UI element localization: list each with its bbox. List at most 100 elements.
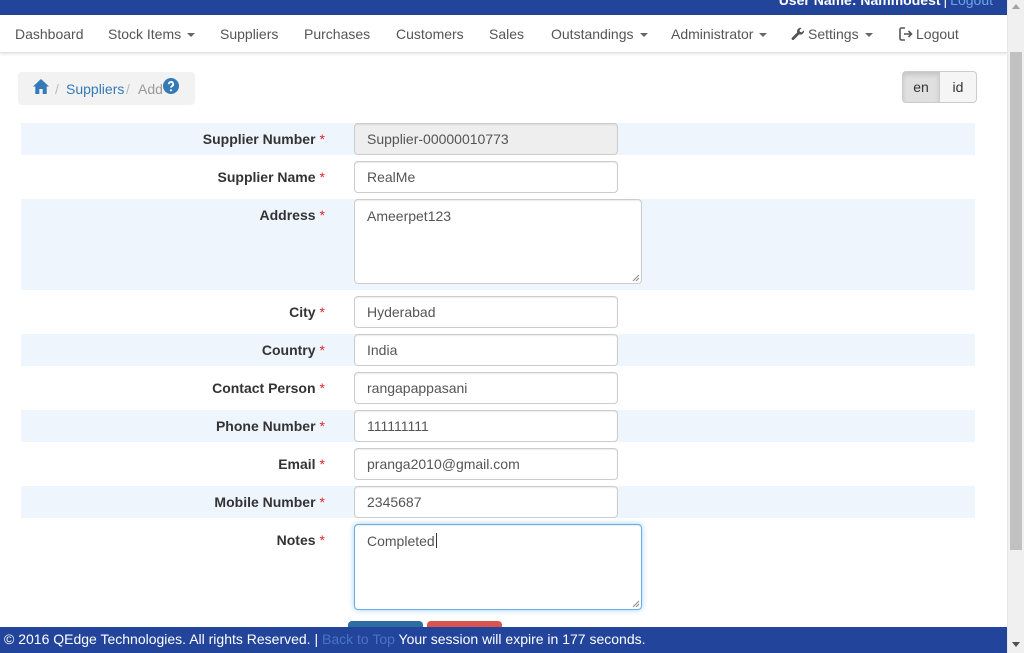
nav-settings[interactable]: Settings — [791, 26, 873, 42]
nav-customers-label: Customers — [396, 26, 464, 42]
nav-outstandings-label: Outstandings — [551, 26, 634, 42]
text-cursor — [435, 533, 437, 548]
top-bar: User Name: Nammodest | Logout — [0, 0, 1007, 15]
contact-person-label-text: Contact Person — [212, 380, 316, 396]
nav-dashboard-label: Dashboard — [15, 26, 84, 42]
nav-settings-label: Settings — [808, 26, 859, 42]
caret-down-icon — [639, 33, 648, 38]
notes-label: Notes * — [277, 532, 325, 548]
supplier-name-input[interactable]: RealMe — [354, 161, 618, 193]
required-mark: * — [319, 207, 325, 223]
supplier-name-label-text: Supplier Name — [217, 169, 316, 185]
breadcrumb-suppliers-link[interactable]: Suppliers — [66, 81, 124, 97]
phone-number-label-text: Phone Number — [215, 418, 316, 434]
main-navbar: Dashboard Stock Items Suppliers Purchase… — [0, 15, 1007, 53]
logout-icon — [899, 27, 913, 41]
page: User Name: Nammodest | Logout Dashboard St… — [0, 0, 1007, 653]
caret-down-icon — [187, 33, 196, 38]
contact-person-label: Contact Person * — [212, 380, 325, 396]
country-label-text: Country — [261, 342, 316, 358]
supplier-name-label: Supplier Name * — [218, 169, 325, 185]
city-input[interactable]: Hyderabad — [354, 296, 618, 328]
nav-dashboard[interactable]: Dashboard — [15, 26, 84, 42]
breadcrumb-separator: / — [126, 81, 130, 97]
city-label: City * — [289, 304, 325, 320]
mobile-number-label-text: Mobile Number — [214, 494, 316, 510]
user-info: User Name: Nammodest | Logout — [779, 0, 993, 8]
phone-number-input[interactable]: 111111111 — [354, 410, 618, 442]
nav-customers[interactable]: Customers — [396, 26, 464, 42]
lang-en-button[interactable]: en — [902, 71, 940, 103]
form-row-country: Country * India — [21, 334, 975, 366]
address-textarea[interactable]: Ameerpet123 — [354, 199, 642, 284]
city-label-text: City — [289, 304, 316, 320]
mobile-number-input[interactable]: 2345687 — [354, 486, 618, 518]
nav-purchases[interactable]: Purchases — [304, 26, 370, 42]
contact-person-input[interactable]: rangapappasani — [354, 372, 618, 404]
resize-handle-icon[interactable] — [632, 600, 640, 608]
wrench-icon — [791, 27, 804, 41]
required-mark: * — [319, 494, 325, 510]
supplier-number-label: Supplier Number * — [203, 131, 325, 147]
address-value: Ameerpet123 — [367, 208, 452, 224]
nav-logout-label: Logout — [916, 26, 959, 42]
country-label: Country * — [262, 342, 325, 358]
vertical-scrollbar[interactable] — [1007, 0, 1024, 653]
supplier-number-field: Supplier-00000010773 — [354, 123, 618, 155]
form-row-phone-number: Phone Number * 111111111 — [21, 410, 975, 442]
mobile-number-label: Mobile Number * — [214, 494, 325, 510]
country-input[interactable]: India — [354, 334, 618, 366]
caret-down-icon — [864, 33, 873, 38]
email-input[interactable]: pranga2010@gmail.com — [354, 448, 618, 480]
required-mark: * — [319, 304, 325, 320]
nav-sales-label: Sales — [489, 26, 525, 42]
form-row-contact-person: Contact Person * rangapappasani — [21, 372, 975, 404]
required-mark: * — [319, 131, 325, 147]
required-mark: * — [319, 532, 325, 548]
breadcrumb: / Suppliers / Add — [18, 72, 195, 105]
help-icon[interactable] — [163, 78, 179, 97]
scrollbar-thumb[interactable] — [1010, 52, 1022, 550]
session-timer: Your session will expire in 177 seconds. — [398, 631, 646, 647]
form-row-address: Address * Ameerpet123 — [21, 199, 975, 290]
form-row-notes: Notes * Completed — [21, 524, 975, 610]
nav-stock-items[interactable]: Stock Items — [108, 26, 196, 42]
form-row-mobile-number: Mobile Number * 2345687 — [21, 486, 975, 518]
caret-down-icon — [759, 33, 768, 38]
home-icon[interactable] — [32, 78, 50, 98]
notes-label-text: Notes — [276, 532, 316, 548]
form-row-supplier-number: Supplier Number * Supplier-00000010773 — [21, 123, 975, 155]
nav-purchases-label: Purchases — [304, 26, 371, 42]
nav-administrator[interactable]: Administrator — [671, 26, 768, 42]
scroll-down-icon[interactable] — [1012, 642, 1020, 647]
footer: © 2016 QEdge Technologies. All rights Re… — [0, 627, 1007, 653]
address-label-text: Address — [259, 207, 316, 223]
required-mark: * — [319, 418, 325, 434]
user-name: User Name: Nammodest — [778, 0, 941, 8]
email-label-text: Email — [278, 456, 316, 472]
nav-suppliers[interactable]: Suppliers — [220, 26, 278, 42]
nav-stock-items-label: Stock Items — [108, 26, 182, 42]
required-mark: * — [319, 456, 325, 472]
required-mark: * — [319, 342, 325, 358]
email-label: Email * — [278, 456, 325, 472]
nav-logout[interactable]: Logout — [899, 26, 959, 42]
form-row-supplier-name: Supplier Name * RealMe — [21, 161, 975, 193]
phone-number-label: Phone Number * — [216, 418, 325, 434]
notes-value: Completed — [367, 533, 435, 549]
notes-textarea[interactable]: Completed — [354, 524, 642, 610]
nav-outstandings[interactable]: Outstandings — [551, 26, 648, 42]
resize-handle-icon[interactable] — [632, 274, 640, 282]
nav-suppliers-label: Suppliers — [220, 26, 279, 42]
lang-id-button[interactable]: id — [939, 71, 977, 103]
back-to-top-link[interactable]: Back to Top — [322, 631, 395, 647]
nav-administrator-label: Administrator — [671, 26, 754, 42]
scroll-up-icon[interactable] — [1012, 4, 1020, 9]
breadcrumb-current: Add — [138, 81, 163, 97]
address-label: Address * — [260, 207, 325, 223]
nav-sales[interactable]: Sales — [489, 26, 524, 42]
form-row-email: Email * pranga2010@gmail.com — [21, 448, 975, 480]
required-mark: * — [319, 169, 325, 185]
footer-copyright: © 2016 QEdge Technologies. All rights Re… — [4, 631, 319, 647]
top-logout-link[interactable]: Logout — [950, 0, 993, 8]
